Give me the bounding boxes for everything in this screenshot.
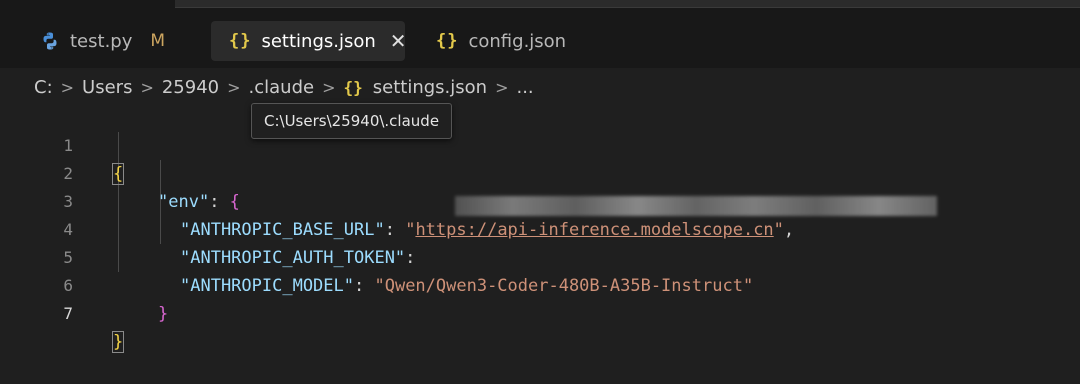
- tab-config-json[interactable]: {} config.json: [436, 21, 586, 61]
- code-line: 5 "ANTHROPIC_MODEL": "Qwen/Qwen3-Coder-4…: [0, 216, 1080, 296]
- breadcrumb: C: > Users > 25940 > .claude > {} settin…: [0, 68, 1080, 106]
- code-line: 3 "ANTHROPIC_BASE_URL": "https://api-inf…: [0, 160, 1080, 240]
- breadcrumb-item-users[interactable]: Users: [82, 77, 132, 98]
- breadcrumb-item-claude[interactable]: .claude: [249, 77, 315, 98]
- tab-test-py[interactable]: test.py M: [40, 21, 200, 61]
- code-line: 7 }: [0, 272, 1080, 353]
- path-tooltip: C:\Users\25940\.claude: [251, 103, 453, 139]
- json-braces-icon: {}: [343, 77, 363, 97]
- close-brace: }: [158, 304, 169, 324]
- code-line: 6 }: [0, 244, 1080, 324]
- chevron-right-icon: >: [495, 77, 509, 97]
- editor-tab-bar: test.py M {} settings.json ✕ {} config.j…: [0, 12, 1080, 68]
- tab-label: config.json: [468, 30, 567, 52]
- close-brace: }: [111, 331, 125, 353]
- breadcrumb-item-user-folder[interactable]: 25940: [162, 77, 219, 98]
- breadcrumb-item-drive[interactable]: C:: [34, 77, 53, 98]
- tab-settings-json[interactable]: {} settings.json ✕: [211, 21, 407, 61]
- code-line: 2 "env": {: [0, 132, 1080, 212]
- chevron-right-icon: >: [140, 77, 154, 97]
- chevron-right-icon: >: [60, 77, 75, 97]
- chevron-right-icon: >: [227, 77, 241, 97]
- python-icon: [40, 31, 60, 51]
- tab-label: settings.json: [261, 30, 376, 52]
- breadcrumb-item-symbols[interactable]: ...: [516, 77, 533, 98]
- json-braces-icon: {}: [436, 31, 459, 51]
- chevron-right-icon: >: [322, 77, 336, 97]
- command-center[interactable]: [175, 0, 1080, 8]
- breadcrumb-item-file[interactable]: settings.json: [373, 77, 487, 98]
- code-line: 1 {: [0, 104, 1080, 185]
- line-number: 7: [63, 304, 73, 323]
- json-braces-icon: {}: [229, 31, 252, 51]
- title-strip: [0, 0, 1080, 12]
- redacted-token: [455, 196, 937, 216]
- tab-label: test.py: [70, 30, 133, 52]
- close-icon[interactable]: ✕: [390, 29, 407, 53]
- modified-badge: M: [150, 31, 166, 51]
